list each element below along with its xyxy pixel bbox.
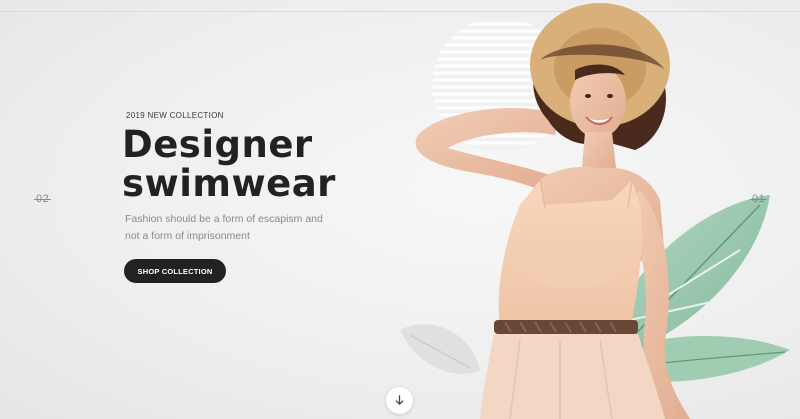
slide-number-next[interactable]: 01	[749, 193, 768, 205]
headline-line-2: swimwear	[122, 162, 336, 205]
collection-eyebrow: 2019 NEW COLLECTION	[126, 111, 224, 120]
hero-tagline: Fashion should be a form of escapism and…	[125, 213, 323, 242]
slide-number-prev[interactable]: 02	[33, 193, 52, 205]
hero-headline: Designer swimwear	[122, 125, 336, 203]
arrow-down-icon	[395, 395, 404, 405]
shop-collection-button[interactable]: SHOP COLLECTION	[124, 259, 226, 283]
scroll-down-button[interactable]	[386, 387, 413, 414]
headline-line-1: Designer	[122, 123, 313, 166]
hero-image	[380, 0, 800, 419]
